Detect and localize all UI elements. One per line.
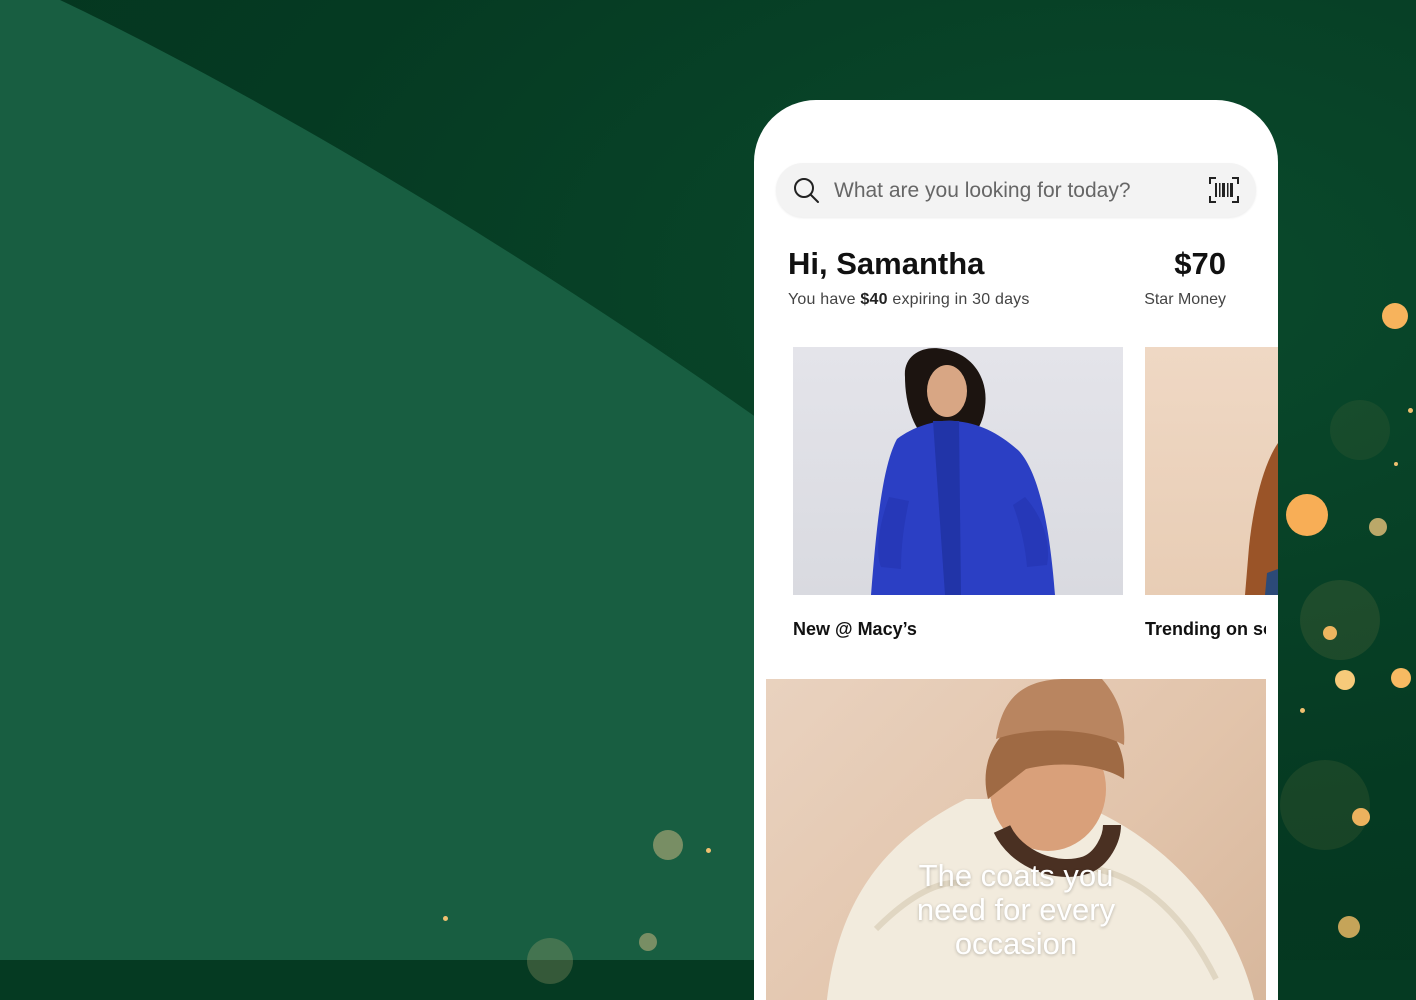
expiring-prefix: You have xyxy=(788,291,856,308)
model-in-brown-jacket-image xyxy=(1245,443,1278,595)
expiring-amount: $40 xyxy=(860,291,888,308)
carousel-card-trending[interactable] xyxy=(1145,347,1278,595)
phone-screen: Hi, Samantha You have $40 expiring in 30… xyxy=(754,100,1278,1000)
star-money-amount[interactable]: $70 xyxy=(1174,246,1226,282)
search-icon xyxy=(794,178,819,203)
search-input[interactable] xyxy=(832,163,1196,219)
greeting-heading: Hi, Samantha xyxy=(788,246,985,281)
model-in-blue-coat-image xyxy=(871,348,1055,595)
banner-headline: The coats you need for every occasion xyxy=(916,858,1116,961)
expiring-message: You have $40 expiring in 30 days xyxy=(788,291,1030,309)
barcode-scan-icon[interactable] xyxy=(1208,176,1240,204)
carousel-label-trending[interactable]: Trending on so xyxy=(1145,619,1266,640)
coats-promo-banner[interactable]: The coats you need for every occasion xyxy=(766,679,1266,1000)
star-money-label: Star Money xyxy=(1144,291,1226,308)
carousel-card-new-at-macys[interactable] xyxy=(793,347,1123,595)
expiring-suffix: expiring in 30 days xyxy=(892,291,1030,308)
carousel-label-new[interactable]: New @ Macy’s xyxy=(793,619,917,640)
search-bar[interactable] xyxy=(776,163,1256,219)
